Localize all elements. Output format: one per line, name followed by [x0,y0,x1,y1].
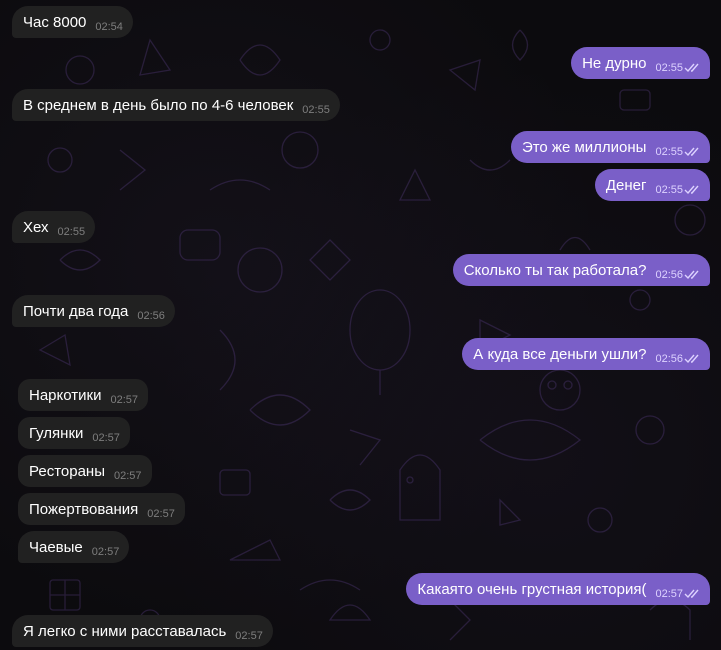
message-outgoing[interactable]: А куда все деньги ушли? 02:56 [462,338,710,370]
message-incoming[interactable]: В среднем в день было по 4-6 человек 02:… [12,89,340,121]
message-text: Не дурно [582,54,647,72]
message-text: Почти два года [23,302,129,320]
message-incoming[interactable]: Час 8000 02:54 [12,6,133,38]
message-text: Денег [605,176,647,194]
message-text: А куда все деньги ушли? [473,345,647,363]
chat-area[interactable]: Час 8000 02:54 Не дурно 02:55 В среднем … [0,0,721,650]
read-double-check-icon [684,270,700,280]
message-time: 02:55 [655,184,683,196]
message-text: Хех [23,218,49,236]
message-text: Я легко с ними расставалась [23,622,227,640]
message-time: 02:57 [113,470,142,482]
read-double-check-icon [684,354,700,364]
read-double-check-icon [684,63,700,73]
message-text: Рестораны [29,462,105,480]
read-double-check-icon [684,147,700,157]
message-text: Это же миллионы [521,138,647,156]
message-time: 02:57 [91,546,120,558]
message-text: Чаевые [29,538,83,556]
message-incoming[interactable]: Почти два года 02:56 [12,295,175,327]
message-time: 02:55 [57,226,86,238]
message-text: Гулянки [29,424,84,442]
message-incoming[interactable]: Я легко с ними расставалась 02:57 [12,615,273,647]
message-incoming[interactable]: Гулянки 02:57 [18,417,130,449]
message-time: 02:57 [92,432,120,444]
message-incoming[interactable]: Хех 02:55 [12,211,96,243]
message-incoming[interactable]: Рестораны 02:57 [18,455,152,487]
message-outgoing[interactable]: Это же миллионы 02:55 [510,131,710,163]
message-incoming[interactable]: Пожертвования 02:57 [18,493,185,525]
message-outgoing[interactable]: Сколько ты так работала? 02:56 [452,254,710,286]
read-double-check-icon [684,589,700,599]
message-text: Час 8000 [23,13,87,31]
message-time: 02:56 [655,269,683,281]
message-text: Наркотики [29,386,102,404]
message-time: 02:57 [655,588,683,600]
message-incoming[interactable]: Наркотики 02:57 [18,379,148,411]
message-incoming[interactable]: Чаевые 02:57 [18,531,130,563]
message-time: 02:57 [235,630,263,642]
message-outgoing[interactable]: Не дурно 02:55 [571,47,710,79]
message-time: 02:54 [95,21,123,33]
message-time: 02:57 [147,508,175,520]
message-text: Пожертвования [29,500,139,518]
message-time: 02:56 [137,310,165,322]
message-outgoing[interactable]: Какаято очень грустная история( 02:57 [406,573,710,605]
read-double-check-icon [684,185,700,195]
message-text: Сколько ты так работала? [463,261,647,279]
message-time: 02:57 [110,394,138,406]
message-outgoing[interactable]: Денег 02:55 [594,169,710,201]
message-text: Какаято очень грустная история( [417,580,647,598]
message-text: В среднем в день было по 4-6 человек [23,96,294,114]
message-time: 02:55 [302,104,330,116]
message-time: 02:55 [655,146,683,158]
message-time: 02:56 [655,353,683,365]
message-time: 02:55 [655,62,683,74]
